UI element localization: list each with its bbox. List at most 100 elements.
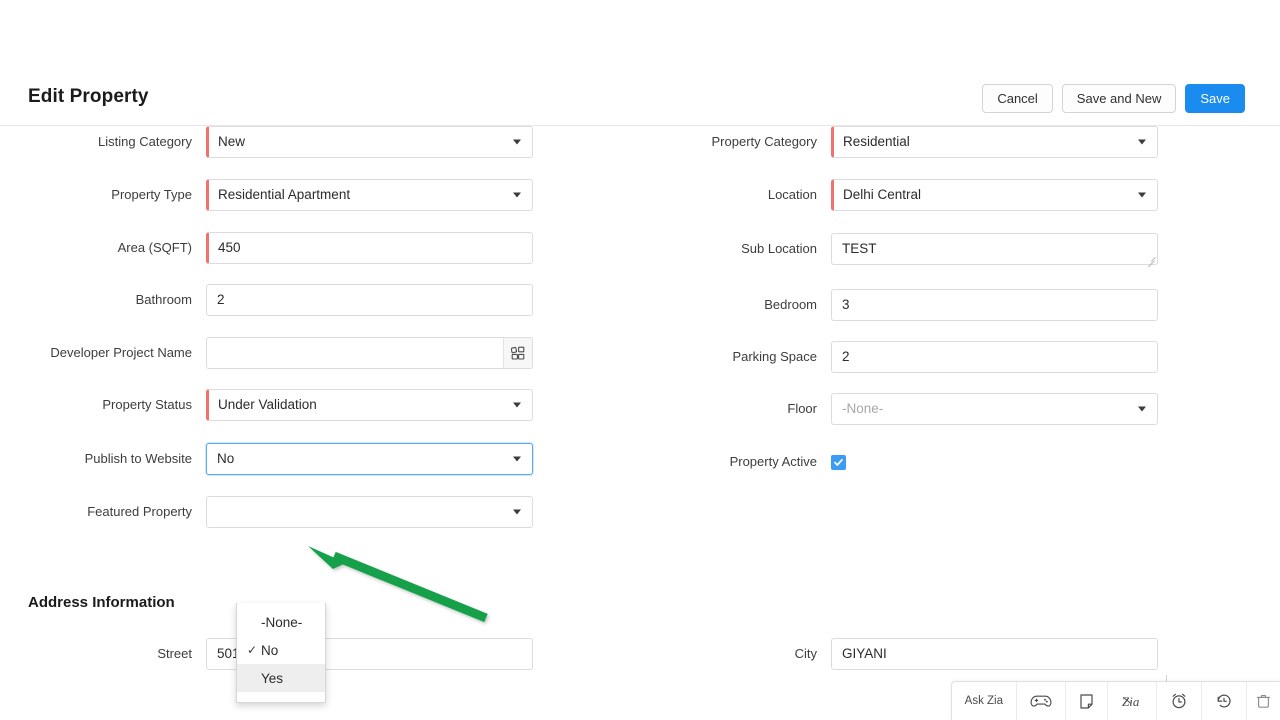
field-label: Parking Space	[732, 349, 817, 364]
cancel-button[interactable]: Cancel	[982, 84, 1053, 113]
property-type-select[interactable]: Residential Apartment	[206, 179, 533, 211]
field-location: Location Delhi Central	[625, 179, 1187, 211]
field-label: Property Category	[711, 134, 818, 149]
publish-to-website-select[interactable]: No	[206, 443, 533, 475]
property-category-select[interactable]: Residential	[831, 126, 1158, 158]
chevron-down-icon	[513, 192, 521, 198]
field-area-sqft: Area (SQFT) 450	[0, 232, 562, 264]
field-value: 450	[218, 240, 241, 255]
field-value: 2	[217, 292, 225, 307]
bedroom-input[interactable]: 3	[831, 289, 1158, 321]
field-label: Featured Property	[87, 504, 192, 519]
listing-category-select[interactable]: New	[206, 126, 533, 158]
field-label: Listing Category	[98, 134, 192, 149]
field-control: New	[206, 126, 533, 158]
field-control	[206, 496, 533, 528]
field-control: -None-	[831, 393, 1158, 425]
field-value: 2	[842, 349, 850, 364]
field-label: Bedroom	[764, 297, 817, 312]
field-property-status: Property Status Under Validation	[0, 389, 562, 421]
location-select[interactable]: Delhi Central	[831, 179, 1158, 211]
field-value: TEST	[842, 241, 877, 256]
page-header: Edit Property Cancel Save and New Save	[0, 70, 1280, 126]
field-label: Location	[767, 187, 817, 202]
field-developer-project-name: Developer Project Name	[0, 337, 562, 369]
field-value: Residential	[843, 134, 910, 149]
field-value: GIYANI	[842, 646, 887, 661]
chevron-down-icon	[513, 509, 521, 515]
resize-handle-icon[interactable]	[1145, 252, 1155, 268]
publish-to-website-dropdown[interactable]: -None- ✓ No Yes	[236, 603, 326, 703]
field-control: Under Validation	[206, 389, 533, 421]
field-floor: Floor -None-	[625, 393, 1187, 425]
city-input[interactable]: GIYANI	[831, 638, 1158, 670]
field-label: Property Type	[111, 187, 192, 202]
save-button[interactable]: Save	[1185, 84, 1245, 113]
parking-space-input[interactable]: 2	[831, 341, 1158, 373]
sub-location-textarea[interactable]: TEST	[831, 233, 1158, 265]
area-sqft-input[interactable]: 450	[206, 232, 533, 264]
field-label: Floor	[787, 401, 817, 416]
address-information-heading: Address Information	[28, 594, 175, 611]
bottom-toolbar: Ask Zia Zia	[950, 675, 1280, 720]
field-value: New	[218, 134, 246, 149]
field-control: Residential	[831, 126, 1158, 158]
dropdown-option-no[interactable]: ✓ No	[237, 636, 325, 664]
alarm-clock-glyph	[1172, 693, 1186, 709]
dropdown-option-label: -None-	[261, 614, 303, 630]
trash-icon[interactable]	[1247, 682, 1280, 720]
field-control	[831, 446, 1158, 478]
field-label: Bathroom	[135, 292, 192, 307]
chevron-down-icon	[1138, 192, 1146, 198]
field-label: Sub Location	[741, 241, 817, 256]
field-control: Delhi Central	[831, 179, 1158, 211]
chevron-down-icon	[513, 456, 521, 462]
field-city: City GIYANI	[625, 638, 1187, 670]
gamepad-glyph	[1030, 695, 1052, 707]
ask-zia-button[interactable]: Ask Zia	[952, 682, 1017, 720]
dropdown-option-label: Yes	[261, 670, 284, 686]
featured-property-select[interactable]	[206, 496, 533, 528]
save-and-new-button[interactable]: Save and New	[1061, 84, 1177, 113]
zia-signature-icon[interactable]: Zia	[1108, 682, 1157, 720]
grid-modules-icon	[511, 346, 525, 360]
dropdown-option-yes[interactable]: Yes	[237, 664, 325, 692]
zia-glyph: Zia	[1122, 694, 1140, 709]
field-control: 450	[206, 232, 533, 264]
field-publish-to-website: Publish to Website No	[0, 443, 562, 475]
field-value: Residential Apartment	[218, 187, 351, 202]
field-control: Residential Apartment	[206, 179, 533, 211]
field-control: 2	[831, 341, 1158, 373]
checkmark-icon	[834, 458, 843, 466]
developer-project-name-input[interactable]	[206, 337, 533, 369]
note-glyph	[1080, 693, 1093, 709]
gamepad-icon[interactable]	[1017, 682, 1066, 720]
history-clock-glyph	[1217, 694, 1231, 708]
lookup-module-icon[interactable]	[503, 338, 532, 368]
field-label: Property Status	[102, 397, 192, 412]
field-parking-space: Parking Space 2	[625, 341, 1187, 373]
trash-can-glyph	[1256, 695, 1271, 708]
field-control: No	[206, 443, 533, 475]
field-label: Street	[157, 646, 192, 661]
field-label: Publish to Website	[84, 451, 192, 466]
field-sub-location: Sub Location TEST	[625, 233, 1187, 268]
field-control: GIYANI	[831, 638, 1158, 670]
bathroom-input[interactable]: 2	[206, 284, 533, 316]
reminder-alarm-icon[interactable]	[1157, 682, 1202, 720]
field-control: 2	[206, 284, 533, 316]
field-featured-property: Featured Property	[0, 496, 562, 528]
chevron-down-icon	[513, 402, 521, 408]
field-label: City	[794, 646, 817, 661]
property-active-checkbox[interactable]	[831, 454, 846, 470]
recent-history-icon[interactable]	[1202, 682, 1247, 720]
svg-text:Zia: Zia	[1122, 694, 1140, 709]
notes-icon[interactable]	[1066, 682, 1108, 720]
property-status-select[interactable]: Under Validation	[206, 389, 533, 421]
floor-select[interactable]: -None-	[831, 393, 1158, 425]
property-form: Listing Category New Property Type Resid…	[0, 126, 1280, 720]
field-bathroom: Bathroom 2	[0, 284, 562, 316]
dropdown-option-none[interactable]: -None-	[237, 608, 325, 636]
field-property-category: Property Category Residential	[625, 126, 1187, 158]
edit-property-page: Edit Property Cancel Save and New Save L…	[0, 0, 1280, 720]
